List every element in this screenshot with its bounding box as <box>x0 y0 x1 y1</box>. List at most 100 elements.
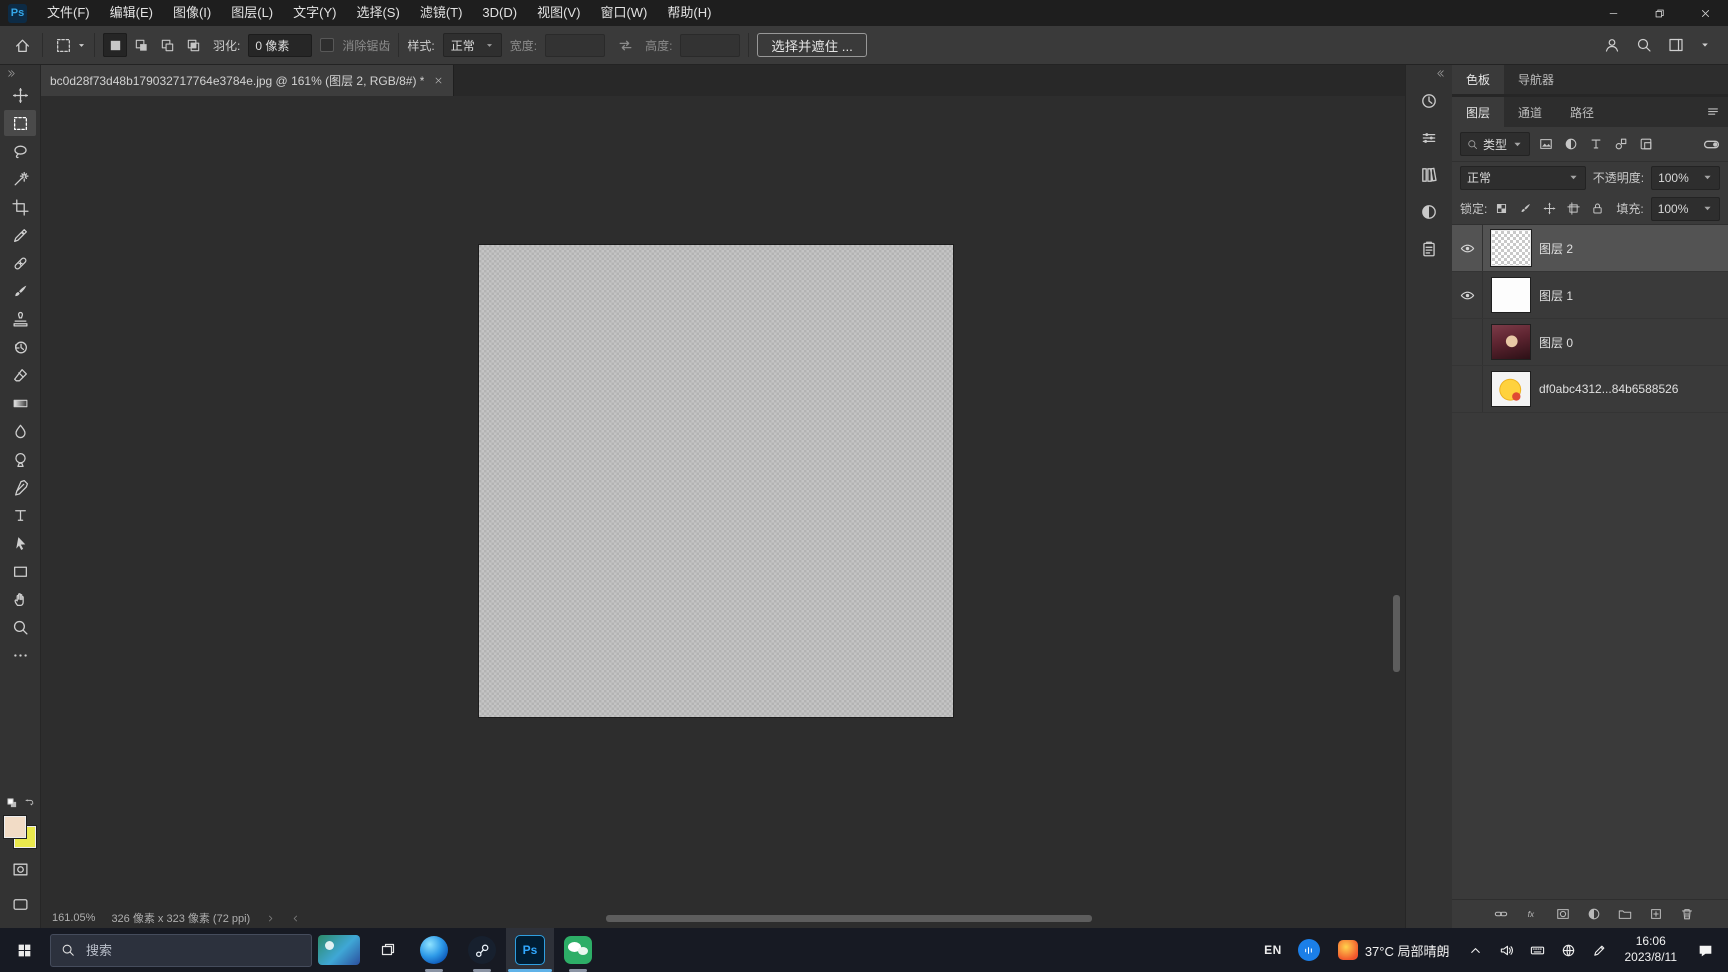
history-brush-tool[interactable] <box>4 334 36 360</box>
ime-indicator[interactable]: EN <box>1256 928 1290 972</box>
delete-layer-icon[interactable] <box>1678 905 1696 923</box>
dock-expand-icon[interactable] <box>1434 64 1452 81</box>
weather-widget[interactable]: 37°C 局部晴朗 <box>1328 928 1460 972</box>
new-selection-button[interactable] <box>103 33 127 57</box>
filter-smart-objects-icon[interactable] <box>1636 134 1656 154</box>
toolbar-expand-icon[interactable] <box>0 66 18 81</box>
menu-item-10[interactable]: 帮助(H) <box>657 0 721 26</box>
filter-type-dropdown[interactable]: 类型 <box>1460 132 1530 156</box>
add-layer-mask-icon[interactable] <box>1554 905 1572 923</box>
layer-style-icon[interactable]: fx <box>1523 905 1541 923</box>
crop-tool[interactable] <box>4 194 36 220</box>
visibility-toggle[interactable] <box>1452 319 1483 365</box>
layers-group-tab-2[interactable]: 路径 <box>1556 97 1608 127</box>
account-avatar-icon[interactable] <box>1604 37 1620 53</box>
menu-item-8[interactable]: 视图(V) <box>527 0 590 26</box>
search-icon[interactable] <box>1636 37 1652 53</box>
link-layers-icon[interactable] <box>1492 905 1510 923</box>
rectangle-shape-tool[interactable] <box>4 558 36 584</box>
layers-group-tab-1[interactable]: 通道 <box>1504 97 1556 127</box>
menu-item-2[interactable]: 图像(I) <box>163 0 221 26</box>
touch-keyboard-icon[interactable] <box>1522 928 1553 972</box>
height-input[interactable] <box>680 34 740 57</box>
blur-tool[interactable] <box>4 418 36 444</box>
fill-dropdown[interactable]: 100% <box>1651 197 1720 221</box>
lock-transparent-pixels-icon[interactable] <box>1492 199 1511 218</box>
screen-mode-button[interactable] <box>4 891 36 917</box>
lasso-tool[interactable] <box>4 138 36 164</box>
document-tab[interactable]: bc0d28f73d48b179032717764e3784e.jpg @ 16… <box>40 64 454 96</box>
subtract-from-selection-button[interactable] <box>155 33 179 57</box>
eraser-tool[interactable] <box>4 362 36 388</box>
foreground-color-swatch[interactable] <box>4 816 26 838</box>
layer-row[interactable]: 图层 0 <box>1452 319 1728 366</box>
move-tool[interactable] <box>4 82 36 108</box>
canvas-document[interactable] <box>479 245 953 717</box>
current-tool-button[interactable] <box>51 33 86 57</box>
swatches-group-tab-1[interactable]: 导航器 <box>1504 64 1568 94</box>
add-to-selection-button[interactable] <box>129 33 153 57</box>
workspace-icon[interactable] <box>1668 37 1684 53</box>
layers-group-tab-0[interactable]: 图层 <box>1452 97 1504 127</box>
canvas-area[interactable]: 161.05% 326 像素 x 323 像素 (72 ppi) <box>40 96 1406 928</box>
taskbar-search[interactable] <box>50 934 312 967</box>
filter-adjustment-layers-icon[interactable] <box>1561 134 1581 154</box>
opacity-dropdown[interactable]: 100% <box>1651 166 1720 190</box>
layer-row[interactable]: df0abc4312...84b6588526 <box>1452 366 1728 413</box>
type-tool[interactable] <box>4 502 36 528</box>
adjustments-panel-icon[interactable] <box>1411 195 1447 229</box>
hand-tool[interactable] <box>4 586 36 612</box>
menu-item-6[interactable]: 滤镜(T) <box>410 0 473 26</box>
panel-menu-icon[interactable] <box>1706 97 1728 127</box>
menu-item-3[interactable]: 图层(L) <box>221 0 283 26</box>
filter-toggle[interactable] <box>1703 136 1720 153</box>
start-button[interactable] <box>0 928 48 972</box>
volume-icon[interactable] <box>1491 928 1522 972</box>
filter-shape-layers-icon[interactable] <box>1611 134 1631 154</box>
lock-all-icon[interactable] <box>1588 199 1607 218</box>
magic-wand-tool[interactable] <box>4 166 36 192</box>
taskbar-clock[interactable]: 16:06 2023/8/11 <box>1615 928 1688 972</box>
layer-row[interactable]: 图层 1 <box>1452 272 1728 319</box>
hidden-icons-icon[interactable] <box>1460 928 1491 972</box>
lock-artboard-icon[interactable] <box>1564 199 1583 218</box>
menu-item-9[interactable]: 窗口(W) <box>590 0 657 26</box>
notification-center-button[interactable] <box>1687 928 1728 972</box>
lock-image-pixels-icon[interactable] <box>1516 199 1535 218</box>
status-expand-icon[interactable] <box>266 914 275 923</box>
rectangular-marquee-tool[interactable] <box>4 110 36 136</box>
vertical-scrollbar[interactable] <box>1393 595 1400 672</box>
browser-app[interactable] <box>410 928 458 972</box>
widgets-button[interactable] <box>312 928 366 972</box>
clone-stamp-tool[interactable] <box>4 306 36 332</box>
swatches-group-tab-0[interactable]: 色板 <box>1452 64 1504 94</box>
default-colors-icon[interactable] <box>6 797 18 809</box>
properties-panel-icon[interactable] <box>1411 121 1447 155</box>
menu-item-5[interactable]: 选择(S) <box>346 0 409 26</box>
pen-tool[interactable] <box>4 474 36 500</box>
brush-tool[interactable] <box>4 278 36 304</box>
visibility-toggle[interactable] <box>1452 366 1483 412</box>
eyedropper-tool[interactable] <box>4 222 36 248</box>
visibility-toggle[interactable] <box>1452 272 1483 318</box>
new-adjustment-layer-icon[interactable] <box>1585 905 1603 923</box>
task-view-button[interactable] <box>366 928 410 972</box>
menu-item-7[interactable]: 3D(D) <box>472 0 527 26</box>
intersect-selection-button[interactable] <box>181 33 205 57</box>
steam-app[interactable] <box>458 928 506 972</box>
quick-mask-button[interactable] <box>4 856 36 882</box>
feather-input[interactable]: 0 像素 <box>248 34 312 57</box>
swap-colors-icon[interactable] <box>23 797 35 809</box>
restore-button[interactable] <box>1636 0 1682 26</box>
path-selection-tool[interactable] <box>4 530 36 556</box>
antialias-checkbox[interactable] <box>320 38 334 52</box>
visibility-toggle[interactable] <box>1452 225 1483 271</box>
select-and-mask-button[interactable]: 选择并遮住 ... <box>757 33 866 57</box>
zoom-level[interactable]: 161.05% <box>52 912 95 924</box>
style-dropdown[interactable]: 正常 <box>443 33 502 57</box>
new-group-icon[interactable] <box>1616 905 1634 923</box>
swap-dimensions-icon[interactable] <box>613 33 637 57</box>
filter-pixel-layers-icon[interactable] <box>1536 134 1556 154</box>
filter-type-layers-icon[interactable] <box>1586 134 1606 154</box>
minimize-button[interactable] <box>1590 0 1636 26</box>
